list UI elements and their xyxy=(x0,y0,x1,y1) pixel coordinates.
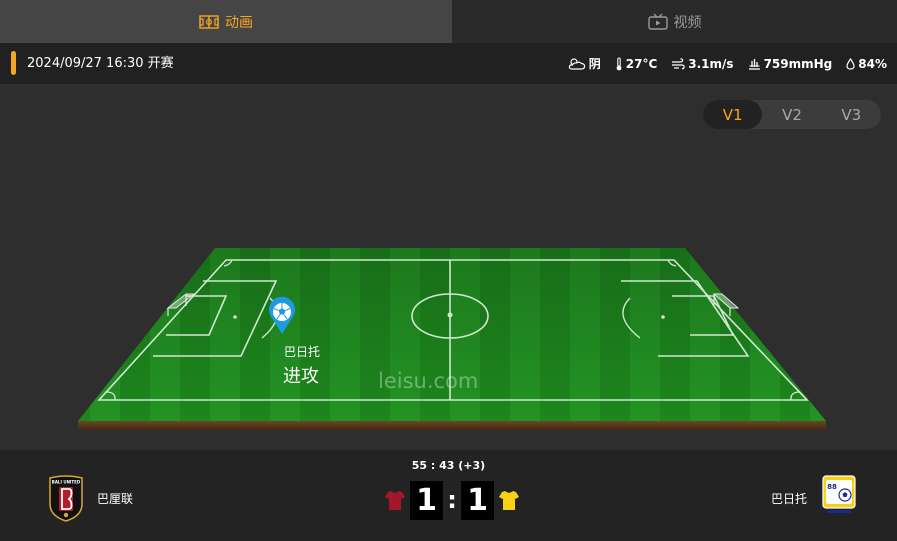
away-team-name: 巴日托 xyxy=(771,492,808,506)
version-v2-button[interactable]: V2 xyxy=(762,100,821,129)
match-tracker: 动画 视频 2024/09/27 16:30 开赛 阴 27°C 3.1m/s … xyxy=(0,0,897,541)
weather-sky-text: 阴 xyxy=(588,57,601,71)
temperature-text: 27°C xyxy=(625,56,658,71)
tv-icon xyxy=(647,13,668,30)
version-v1-button[interactable]: V1 xyxy=(703,100,763,129)
weather-temperature: 27°C xyxy=(615,56,658,71)
score-display: 1 : 1 xyxy=(384,480,520,520)
scoreboard: BALI UNITED 巴厘联 55 : 43 (+3) 1 : 1 巴日托 8… xyxy=(0,450,897,541)
tab-video[interactable]: 视频 xyxy=(452,0,897,43)
view-tabs: 动画 视频 xyxy=(0,0,897,43)
weather-pressure: 759mmHg xyxy=(748,56,833,71)
cloudy-icon xyxy=(568,57,585,70)
home-shirt-icon xyxy=(385,491,405,510)
weather-sky: 阴 xyxy=(568,55,601,72)
event-team: 巴日托 xyxy=(284,345,320,359)
tab-animation[interactable]: 动画 xyxy=(0,0,452,43)
thermometer-icon xyxy=(616,56,622,70)
match-clock: 55 : 43 (+3) xyxy=(411,459,486,472)
svg-text:BALI UNITED: BALI UNITED xyxy=(52,480,81,485)
home-score: 1 xyxy=(410,480,443,520)
pressure-text: 759mmHg xyxy=(763,56,833,71)
pitch-icon xyxy=(199,14,219,29)
accent-bar xyxy=(11,51,16,75)
version-v3-button[interactable]: V3 xyxy=(822,100,881,129)
tab-video-label: 视频 xyxy=(673,14,702,31)
score-separator: : xyxy=(447,486,457,514)
droplet-icon xyxy=(846,57,855,70)
home-team-name: 巴厘联 xyxy=(97,492,134,506)
humidity-text: 84% xyxy=(858,56,887,71)
svg-text:88: 88 xyxy=(827,483,837,491)
match-info-bar: 2024/09/27 16:30 开赛 阴 27°C 3.1m/s 759mmH… xyxy=(0,43,897,84)
pitch-3d: 巴日托 进攻 leisu.com xyxy=(78,248,826,430)
pressure-icon xyxy=(748,58,760,70)
wind-icon xyxy=(672,57,685,69)
view-version-switch: V1 V2 V3 xyxy=(703,100,881,129)
weather-info: 阴 27°C 3.1m/s 759mmHg 84% xyxy=(568,43,887,84)
watermark: leisu.com xyxy=(378,369,478,393)
weather-wind: 3.1m/s xyxy=(671,56,734,71)
wind-text: 3.1m/s xyxy=(688,56,734,71)
tab-animation-label: 动画 xyxy=(225,14,253,31)
home-team-logo: BALI UNITED xyxy=(49,475,83,522)
weather-humidity: 84% xyxy=(846,57,887,71)
away-team-logo: 88 xyxy=(822,475,856,513)
pitch-soil xyxy=(78,421,826,430)
event-action: 进攻 xyxy=(283,366,319,387)
pitch-stage: 巴日托 进攻 leisu.com V1 V2 V3 xyxy=(0,84,897,450)
away-shirt-icon xyxy=(499,491,519,510)
away-score: 1 xyxy=(461,480,494,520)
kickoff-time: 2024/09/27 16:30 开赛 xyxy=(27,56,174,71)
